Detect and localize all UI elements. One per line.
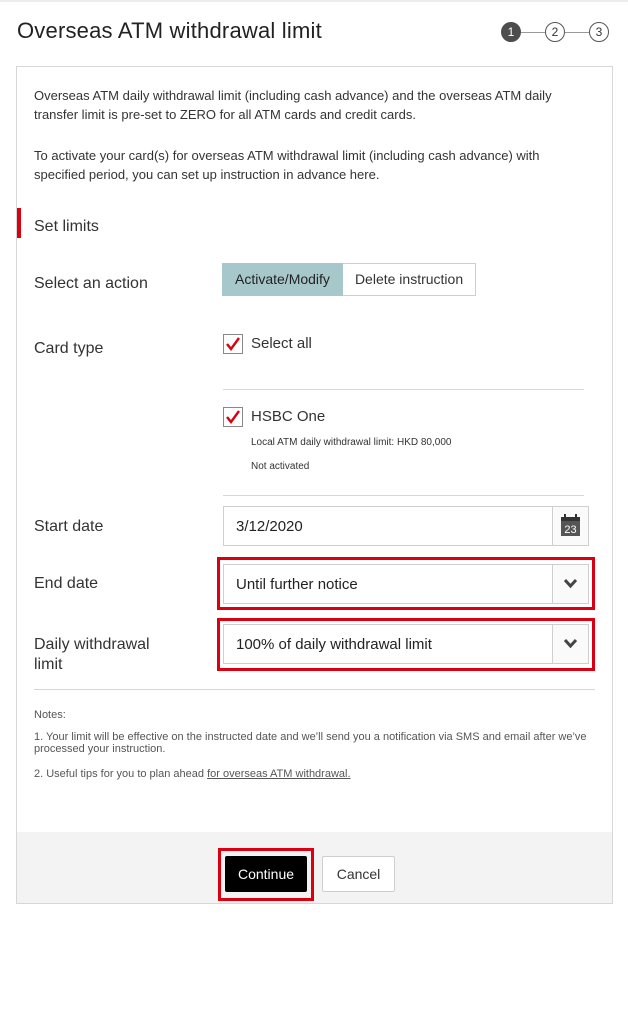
overseas-withdrawal-tips-link[interactable]: for overseas ATM withdrawal.	[207, 768, 350, 780]
checkmark-icon	[226, 410, 240, 424]
note-1: 1. Your limit will be effective on the i…	[34, 731, 587, 755]
checkmark-icon	[226, 337, 240, 351]
step-2: 2	[545, 22, 565, 42]
step-1: 1	[501, 22, 521, 42]
divider	[34, 689, 595, 690]
delete-instruction-button[interactable]: Delete instruction	[342, 263, 477, 296]
daily-limit-label: Daily withdrawal limit	[34, 635, 150, 675]
calendar-button[interactable]: 23	[552, 507, 588, 545]
start-date-value: 3/12/2020	[236, 518, 303, 535]
intro-paragraph-1: Overseas ATM daily withdrawal limit (inc…	[34, 88, 552, 122]
step-indicator: 1 2 3	[501, 22, 611, 44]
note-2: 2. Useful tips for you to plan ahead for…	[34, 768, 594, 780]
step-connector	[565, 32, 589, 33]
card-status: Not activated	[251, 461, 310, 472]
note-2-text: 2. Useful tips for you to plan ahead	[34, 768, 208, 780]
start-date-label: Start date	[34, 518, 104, 535]
limit-form-card: Overseas ATM daily withdrawal limit (inc…	[16, 66, 613, 904]
end-date-label: End date	[34, 575, 99, 592]
top-divider	[0, 0, 628, 2]
calendar-icon: 23	[561, 514, 580, 536]
calendar-day-text: 23	[564, 524, 576, 536]
select-all-checkbox[interactable]	[223, 334, 243, 354]
highlight-box-end-date	[217, 557, 595, 610]
hsbc-one-checkbox[interactable]	[223, 407, 243, 427]
start-date-input[interactable]: 3/12/2020 23	[223, 506, 589, 546]
action-segmented-control: Activate/Modify Delete instruction	[222, 263, 477, 296]
highlight-box-daily-limit	[217, 618, 595, 671]
divider	[223, 495, 584, 496]
intro-paragraph-2: To activate your card(s) for overseas AT…	[34, 148, 540, 182]
daily-limit-label-line1: Daily withdrawal	[34, 636, 150, 653]
activate-modify-button[interactable]: Activate/Modify	[222, 263, 343, 296]
divider	[223, 389, 584, 390]
cancel-button[interactable]: Cancel	[322, 856, 395, 892]
card-limit-text: Local ATM daily withdrawal limit: HKD 80…	[251, 437, 452, 448]
select-all-label: Select all	[251, 335, 312, 352]
daily-limit-label-line2: limit	[34, 656, 63, 673]
page-title: Overseas ATM withdrawal limit	[17, 18, 322, 43]
notes-heading: Notes:	[34, 709, 66, 721]
card-name: HSBC One	[251, 408, 326, 425]
step-connector	[521, 32, 545, 33]
section-title: Set limits	[34, 218, 99, 235]
form-footer	[17, 832, 612, 903]
highlight-box-continue	[218, 848, 314, 901]
action-label: Select an action	[34, 275, 148, 292]
card-type-label: Card type	[34, 340, 104, 357]
section-accent-bar	[17, 208, 21, 238]
step-3: 3	[589, 22, 609, 42]
